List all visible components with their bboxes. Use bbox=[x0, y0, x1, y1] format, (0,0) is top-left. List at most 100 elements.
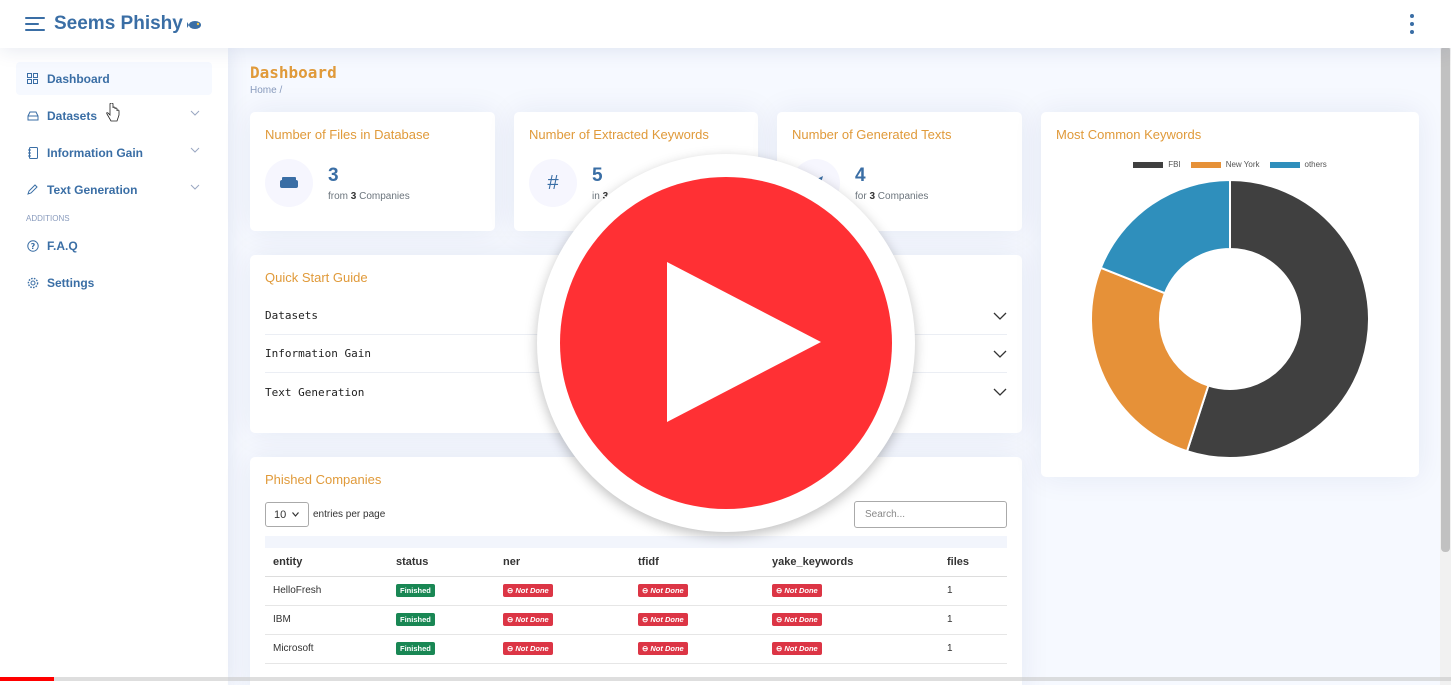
stat-suffix: Companies bbox=[359, 190, 410, 202]
grid-icon bbox=[26, 72, 39, 85]
table-cell: ⊖ Not Done bbox=[495, 634, 630, 664]
legend-label: FBI bbox=[1168, 160, 1181, 169]
page-size-select[interactable]: 10 bbox=[265, 502, 309, 527]
cell-text: Microsoft bbox=[273, 643, 314, 654]
status-badge-finished: Finished bbox=[396, 584, 435, 597]
play-icon bbox=[667, 262, 821, 422]
cell-text: 1 bbox=[947, 614, 953, 625]
page-title: Dashboard bbox=[250, 63, 337, 82]
page-scrollbar[interactable] bbox=[1440, 0, 1451, 685]
sidebar-item-information-gain[interactable]: Information Gain bbox=[16, 136, 212, 169]
gear-icon bbox=[26, 276, 39, 289]
legend-item[interactable]: others bbox=[1269, 160, 1327, 169]
donut-slice-others[interactable] bbox=[1099, 178, 1231, 295]
companies-table: entity status ner tfidf yake_keywords fi… bbox=[265, 548, 1007, 664]
status-badge-not-done: ⊖ Not Done bbox=[503, 613, 553, 626]
accordion-label: Datasets bbox=[265, 309, 318, 322]
badge-label: Not Done bbox=[515, 586, 549, 595]
sidebar-heading: ADDITIONS bbox=[26, 214, 70, 223]
column-header[interactable]: tfidf bbox=[630, 548, 764, 577]
badge-label: Not Done bbox=[784, 586, 818, 595]
page-size-value: 10 bbox=[274, 508, 287, 521]
badge-label: Not Done bbox=[650, 615, 684, 624]
table-cell: ⊖ Not Done bbox=[630, 576, 764, 606]
cell-text: 1 bbox=[947, 643, 953, 654]
legend-label: New York bbox=[1225, 160, 1260, 169]
badge-label: Not Done bbox=[650, 644, 684, 653]
status-badge-not-done: ⊖ Not Done bbox=[503, 584, 553, 597]
more-options-icon[interactable] bbox=[1409, 14, 1415, 34]
column-header[interactable]: ner bbox=[495, 548, 630, 577]
legend-label: others bbox=[1304, 160, 1327, 169]
app-title: Seems Phishy bbox=[54, 13, 183, 34]
sidebar-item-settings[interactable]: Settings bbox=[16, 266, 212, 299]
table-row[interactable]: IBM Finished ⊖ Not Done ⊖ Not Done ⊖ Not Don… bbox=[265, 605, 1007, 635]
chevron-down-icon bbox=[190, 147, 200, 153]
table-row[interactable]: Microsoft Finished ⊖ Not Done ⊖ Not Done ⊖ N… bbox=[265, 634, 1007, 664]
entries-label: entries per page bbox=[313, 509, 386, 520]
table-row[interactable]: HelloFresh Finished ⊖ Not Done ⊖ Not Done ⊖ … bbox=[265, 576, 1007, 606]
chart-legend: FBI New York others bbox=[1056, 160, 1404, 169]
sidebar-item-dashboard[interactable]: Dashboard bbox=[16, 62, 212, 95]
hash-icon: # bbox=[529, 159, 577, 207]
table-top-strip bbox=[265, 536, 1007, 548]
table-cell: ⊖ Not Done bbox=[764, 605, 939, 635]
stat-count: 3 bbox=[350, 190, 357, 202]
status-badge-finished: Finished bbox=[396, 613, 435, 626]
stat-prefix: from bbox=[328, 190, 348, 202]
chevron-down-icon bbox=[292, 512, 300, 517]
table-cell: HelloFresh bbox=[265, 576, 388, 606]
question-icon: ? bbox=[26, 239, 39, 252]
fish-logo-icon bbox=[186, 21, 201, 29]
sidebar-item-label: Settings bbox=[47, 275, 95, 290]
table-cell: ⊖ Not Done bbox=[764, 634, 939, 664]
table-cell: ⊖ Not Done bbox=[495, 576, 630, 606]
table-cell: ⊖ Not Done bbox=[630, 605, 764, 635]
play-button-disc bbox=[560, 177, 892, 509]
stat-value: 5 bbox=[592, 164, 603, 186]
menu-toggle-icon[interactable] bbox=[25, 16, 45, 32]
donut-slice-new-york[interactable] bbox=[1090, 266, 1210, 453]
keywords-donut-chart bbox=[1090, 178, 1370, 459]
video-play-button[interactable] bbox=[537, 154, 915, 532]
sidebar-item-text-generation[interactable]: Text Generation bbox=[16, 173, 212, 206]
accordion-label: Text Generation bbox=[265, 385, 365, 399]
column-header[interactable]: files bbox=[939, 548, 1007, 577]
top-header: Seems Phishy bbox=[0, 0, 1451, 48]
journal-icon bbox=[26, 146, 39, 159]
column-header[interactable]: status bbox=[388, 548, 495, 577]
hdd-icon bbox=[265, 159, 313, 207]
card-title: Number of Files in Database bbox=[265, 127, 430, 142]
video-progress-bar[interactable] bbox=[0, 677, 1451, 681]
legend-item[interactable]: New York bbox=[1190, 160, 1260, 169]
scrollbar-thumb[interactable] bbox=[1441, 46, 1450, 552]
legend-item[interactable]: FBI bbox=[1133, 160, 1181, 169]
status-badge-not-done: ⊖ Not Done bbox=[638, 642, 688, 655]
cell-text: 1 bbox=[947, 585, 953, 596]
breadcrumb[interactable]: Home / bbox=[250, 85, 282, 96]
column-header[interactable]: entity bbox=[265, 548, 388, 577]
table-cell: ⊖ Not Done bbox=[764, 576, 939, 606]
brand-logo-link[interactable]: Seems Phishy bbox=[54, 13, 203, 35]
sidebar-item-faq[interactable]: ? F.A.Q bbox=[16, 229, 212, 262]
stat-prefix: for bbox=[855, 190, 867, 202]
card-title: Number of Extracted Keywords bbox=[529, 127, 709, 142]
sidebar: Dashboard Datasets Information Gain Text… bbox=[0, 48, 228, 685]
stat-value: 3 bbox=[328, 164, 339, 186]
badge-label: Not Done bbox=[650, 586, 684, 595]
search-input[interactable]: Search... bbox=[854, 501, 1007, 528]
sidebar-item-label: Datasets bbox=[47, 108, 98, 123]
stat-suffix: Companies bbox=[877, 190, 929, 202]
column-header[interactable]: yake_keywords bbox=[764, 548, 939, 577]
table-cell: Finished bbox=[388, 634, 495, 664]
badge-label: Finished bbox=[400, 615, 431, 624]
stat-count: 3 bbox=[869, 190, 876, 202]
sidebar-item-label: F.A.Q bbox=[47, 238, 78, 253]
status-badge-not-done: ⊖ Not Done bbox=[772, 613, 822, 626]
badge-label: Not Done bbox=[784, 644, 818, 653]
chevron-down-icon bbox=[993, 350, 1007, 358]
stat-prefix: in bbox=[592, 190, 600, 202]
legend-swatch bbox=[1269, 161, 1300, 168]
chart-title: Most Common Keywords bbox=[1056, 127, 1202, 142]
stat-value: 4 bbox=[855, 164, 866, 186]
